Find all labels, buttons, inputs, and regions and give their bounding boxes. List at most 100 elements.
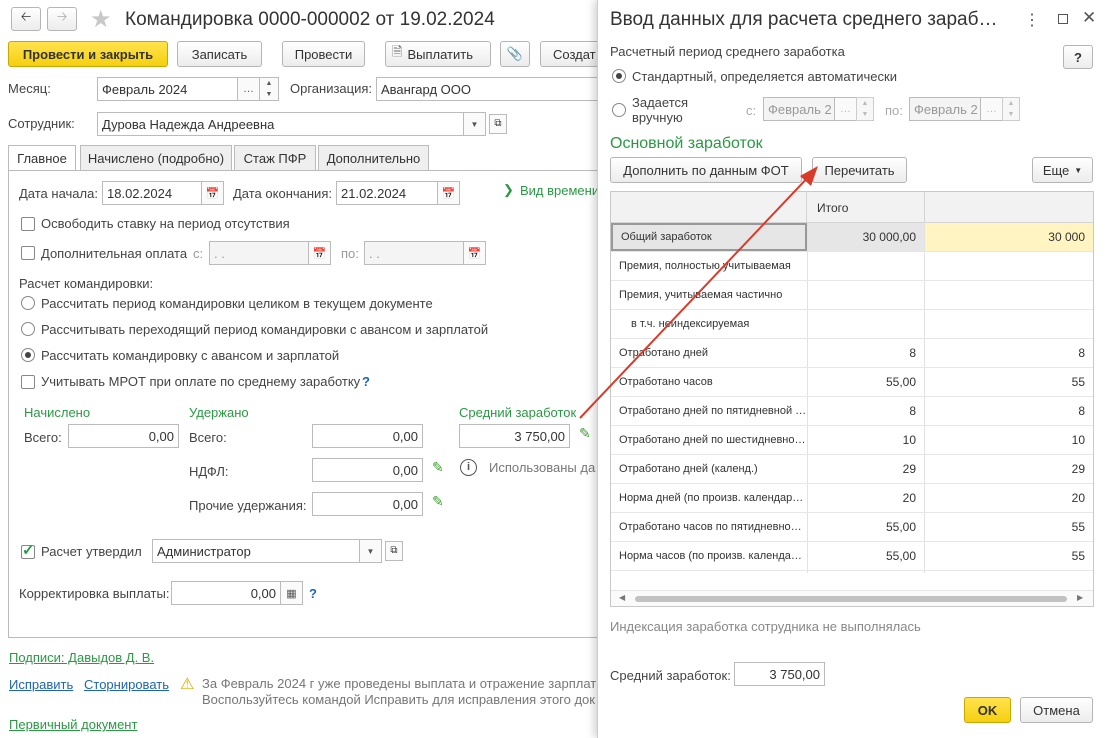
withheld-total-field[interactable]: 0,00	[312, 424, 423, 448]
post-and-close-button[interactable]: Провести и закрыть	[8, 41, 168, 67]
signatures-link[interactable]: Подписи: Давыдов Д. В.	[9, 650, 154, 665]
calc-option-radio-3[interactable]	[21, 348, 35, 362]
chevron-down-icon[interactable]: ▼	[260, 89, 278, 100]
grid-cell-name: Премия, полностью учитываемая	[619, 260, 791, 272]
correction-help-icon[interactable]: ?	[309, 586, 317, 601]
period-standard-radio[interactable]	[612, 69, 626, 83]
pencil-icon[interactable]: ✎	[432, 493, 444, 510]
organization-label: Организация:	[290, 81, 373, 96]
pencil-icon[interactable]: ✎	[579, 425, 591, 442]
grid-row[interactable]: Норма часов (по произв. календа… 55,00 55	[611, 542, 1093, 571]
start-date-calendar-button[interactable]: 📅	[202, 181, 224, 205]
end-date-field[interactable]: 21.02.2024	[336, 181, 438, 205]
grid-row[interactable]: Общий заработок 30 000,00 30 000	[611, 223, 1093, 252]
calc-option-radio-2[interactable]	[21, 322, 35, 336]
period-manual-radio[interactable]	[612, 103, 626, 117]
month-stepper[interactable]: ▲ ▼	[259, 77, 279, 101]
scroll-left-icon[interactable]: ◀	[619, 593, 625, 602]
ndfl-label: НДФЛ:	[189, 464, 229, 479]
dialog-average-earnings-field[interactable]: 3 750,00	[734, 662, 825, 686]
grid-row[interactable]: в т.ч. неиндексируемая	[611, 310, 1093, 339]
employee-label: Сотрудник:	[8, 116, 75, 131]
start-date-field[interactable]: 18.02.2024	[102, 181, 202, 205]
grid-row[interactable]: Отработано часов по пятидневно… 55,00 55	[611, 513, 1093, 542]
withheld-heading: Удержано	[189, 405, 249, 420]
chevron-right-icon[interactable]: ❯	[503, 182, 514, 198]
forward-button[interactable]: 🡢	[47, 7, 77, 31]
other-withholdings-field[interactable]: 0,00	[312, 492, 423, 516]
arrow-left-icon: 🡠	[20, 9, 32, 24]
maximize-icon[interactable]	[1058, 14, 1068, 24]
more-button-label: Еще	[1042, 162, 1070, 178]
grid-cell-value	[925, 252, 1093, 280]
chevron-up-icon[interactable]: ▲	[260, 78, 278, 89]
grid-row[interactable]: Отработано часов 55,00 55	[611, 368, 1093, 397]
employee-open-button[interactable]: ⧉	[489, 114, 507, 134]
approved-by-open-button[interactable]: ⧉	[385, 541, 403, 561]
period-from-stepper: ▲ ▼	[856, 97, 874, 121]
close-icon[interactable]: ✕	[1082, 8, 1096, 28]
save-button[interactable]: Записать	[177, 41, 262, 67]
month-select-button[interactable]: …	[238, 77, 260, 101]
approved-checkbox[interactable]: ✓	[21, 542, 35, 559]
fix-link[interactable]: Исправить	[9, 677, 73, 692]
approved-by-field[interactable]: Администратор	[152, 539, 360, 563]
grid-row[interactable]: Норма дней (по произв. календар… 20 20	[611, 484, 1093, 513]
extra-pay-checkbox[interactable]	[21, 246, 35, 260]
grid-row[interactable]: Отработано дней по пятидневной … 8 8	[611, 397, 1093, 426]
tab-accrued-detailed[interactable]: Начислено (подробно)	[80, 145, 232, 171]
dialog-help-button[interactable]: ?	[1063, 45, 1093, 69]
ok-button[interactable]: OK	[964, 697, 1011, 723]
reverse-link[interactable]: Сторнировать	[84, 677, 169, 692]
approved-by-dropdown[interactable]: ▼	[360, 539, 382, 563]
release-rate-checkbox[interactable]	[21, 217, 35, 231]
correction-field[interactable]: 0,00	[171, 581, 281, 605]
primary-document-link[interactable]: Первичный документ	[9, 717, 137, 732]
grid-row[interactable]: Отработано дней 8 8	[611, 339, 1093, 368]
approved-label: Расчет утвердил	[41, 544, 142, 559]
grid-hscrollbar[interactable]: ◀ ▶	[611, 590, 1093, 606]
mrot-checkbox[interactable]	[21, 375, 35, 389]
tab-pfr-experience[interactable]: Стаж ПФР	[234, 145, 316, 171]
employee-dropdown-button[interactable]: ▼	[464, 112, 486, 136]
warning-line-1: За Февраль 2024 г уже проведены выплата …	[202, 676, 597, 691]
correction-calculator-button[interactable]: ▦	[281, 581, 303, 605]
time-type-link[interactable]: Вид времени	[520, 183, 599, 198]
pencil-icon[interactable]: ✎	[432, 459, 444, 476]
star-icon[interactable]: ★	[90, 5, 112, 34]
grid-cell-total: 55,00	[885, 375, 916, 389]
ndfl-field[interactable]: 0,00	[312, 458, 423, 482]
end-date-calendar-button[interactable]: 📅	[438, 181, 460, 205]
release-rate-label: Освободить ставку на период отсутствия	[41, 216, 290, 231]
grid-cell-total: 29	[902, 462, 916, 476]
grid-row[interactable]: Отработано дней (календ.) 29 29	[611, 455, 1093, 484]
mrot-help-icon[interactable]: ?	[362, 374, 370, 389]
cancel-button[interactable]: Отмена	[1020, 697, 1093, 723]
earnings-grid[interactable]: Итого Общий заработок 30 000,00 30 000 Прем…	[610, 191, 1094, 607]
fill-from-fot-button[interactable]: Дополнить по данным ФОТ	[610, 157, 802, 183]
pay-button[interactable]: 🗎 Выплатить	[385, 41, 491, 67]
grid-row[interactable]: Премия, учитываемая частично	[611, 281, 1093, 310]
grid-row[interactable]: Премия, полностью учитываемая	[611, 252, 1093, 281]
more-menu-icon[interactable]: ⋮	[1024, 10, 1040, 30]
tab-main[interactable]: Главное	[8, 145, 76, 171]
grid-cell-name: Общий заработок	[611, 223, 807, 251]
calc-option-radio-1[interactable]	[21, 296, 35, 310]
period-manual-label-1: Задается	[632, 95, 689, 110]
organization-field[interactable]: Авангард ООО	[376, 77, 606, 101]
scroll-thumb[interactable]	[635, 596, 1067, 602]
post-button[interactable]: Провести	[282, 41, 365, 67]
month-field[interactable]: Февраль 2024	[97, 77, 238, 101]
attachment-button[interactable]: 📎	[500, 41, 530, 67]
reread-button[interactable]: Перечитать	[812, 157, 907, 183]
calendar-icon: 📅	[441, 187, 456, 200]
grid-cell-name: в т.ч. неиндексируемая	[631, 318, 750, 330]
more-button[interactable]: Еще ▼	[1032, 157, 1093, 183]
employee-field[interactable]: Дурова Надежда Андреевна	[97, 112, 464, 136]
scroll-right-icon[interactable]: ▶	[1077, 593, 1083, 602]
average-earnings-field[interactable]: 3 750,00	[459, 424, 570, 448]
grid-row[interactable]: Отработано дней по шестидневно… 10 10	[611, 426, 1093, 455]
back-button[interactable]: 🡠	[11, 7, 41, 31]
tab-additional[interactable]: Дополнительно	[318, 145, 429, 171]
accrued-total-field[interactable]: 0,00	[68, 424, 179, 448]
